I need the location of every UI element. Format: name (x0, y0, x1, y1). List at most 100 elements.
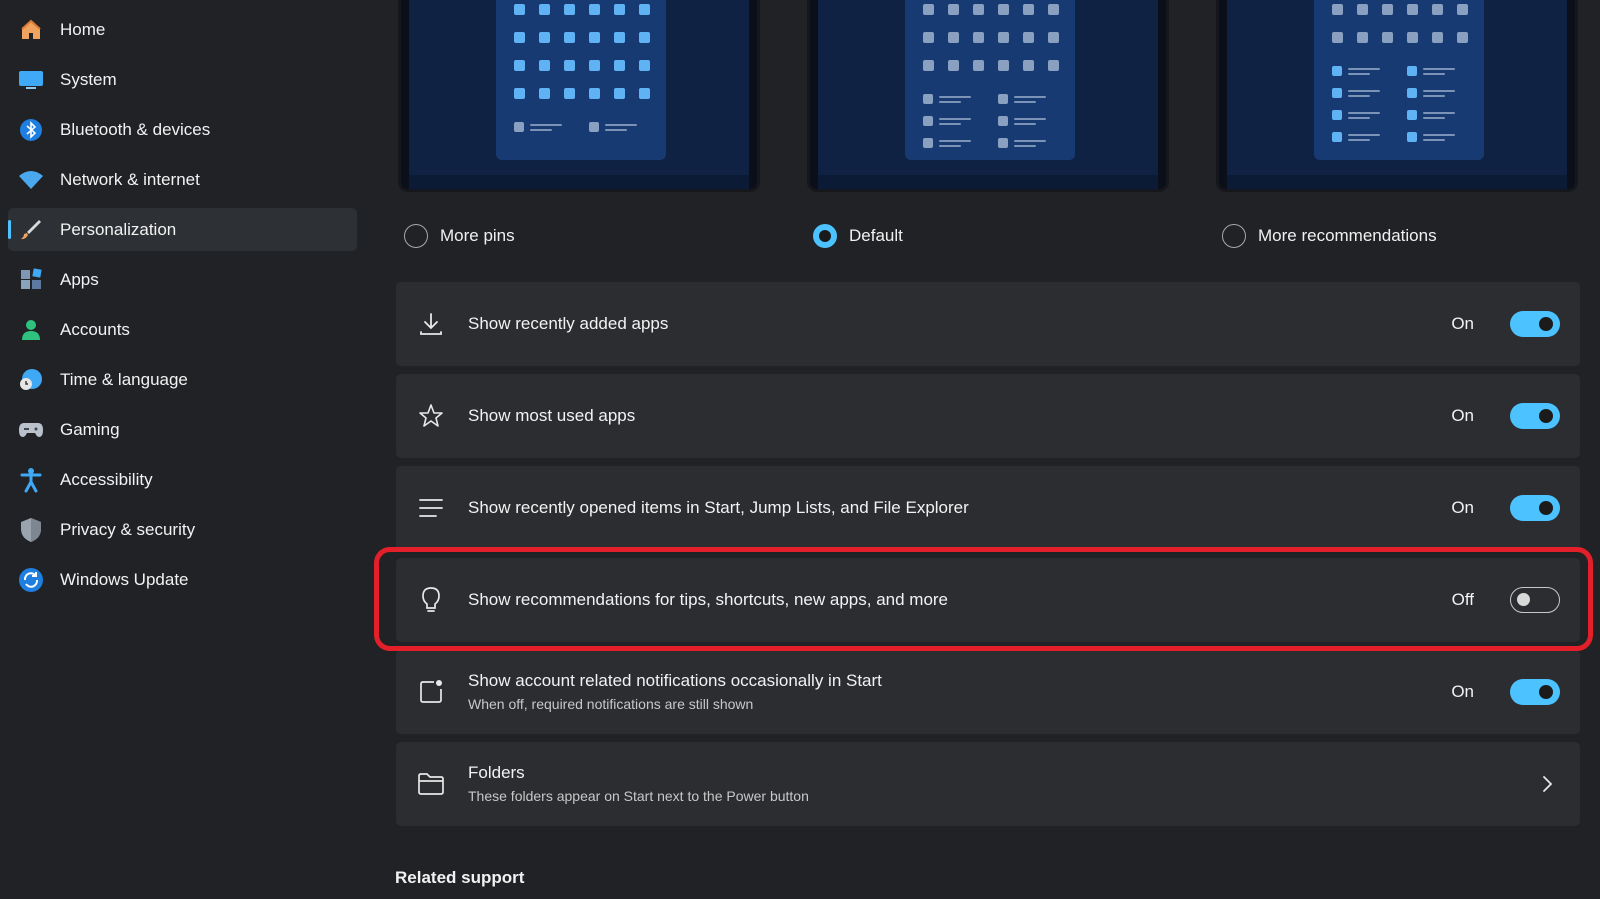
setting-subtitle: When off, required notifications are sti… (468, 696, 754, 712)
setting-row-recently-added-apps[interactable]: Show recently added apps On (396, 282, 1580, 366)
layout-preview-default[interactable] (807, 0, 1169, 192)
sidebar-item-label: System (60, 69, 117, 89)
preview-tile (998, 116, 1008, 126)
preview-tile (1407, 132, 1417, 142)
preview-tile (1432, 32, 1443, 43)
accessibility-icon (18, 467, 44, 493)
preview-tile (939, 145, 961, 147)
preview-tile (1423, 139, 1445, 141)
layout-preview-more-pins[interactable] (398, 0, 760, 192)
preview-tile (1332, 88, 1342, 98)
sidebar-item-label: Home (60, 19, 106, 39)
sidebar-item-gaming[interactable]: Gaming (8, 408, 357, 451)
list-icon (416, 493, 446, 523)
preview-tile (1014, 96, 1046, 98)
preview-tile (639, 32, 650, 43)
preview-tile (923, 4, 934, 15)
radio-more-pins[interactable]: More pins (404, 222, 515, 250)
preview-tile (564, 32, 575, 43)
toggle-switch[interactable] (1510, 587, 1560, 613)
radio-circle-checked[interactable] (813, 224, 837, 248)
sidebar-item-windows-update[interactable]: Windows Update (8, 558, 357, 601)
preview-tile (1348, 117, 1370, 119)
preview-tile (998, 4, 1009, 15)
sidebar-item-system[interactable]: System (8, 58, 357, 101)
preview-tile (614, 32, 625, 43)
sidebar-item-personalization[interactable]: Personalization (8, 208, 357, 251)
sidebar-item-network[interactable]: Network & internet (8, 158, 357, 201)
preview-tile (1382, 32, 1393, 43)
preview-tile (639, 88, 650, 99)
toggle-state-label: On (1451, 682, 1474, 701)
sidebar-item-label: Accessibility (60, 469, 153, 489)
active-indicator (8, 220, 11, 239)
preview-tile (998, 32, 1009, 43)
setting-row-account-notifications[interactable]: Show account related notifications occas… (396, 650, 1580, 734)
setting-title: Show recently opened items in Start, Jum… (468, 498, 969, 517)
radio-circle[interactable] (404, 224, 428, 248)
radio-label: More pins (440, 226, 515, 245)
radio-circle[interactable] (1222, 224, 1246, 248)
preview-tile (939, 96, 971, 98)
sidebar-item-accessibility[interactable]: Accessibility (8, 458, 357, 501)
setting-row-most-used-apps[interactable]: Show most used apps On (396, 374, 1580, 458)
sidebar-item-bluetooth[interactable]: Bluetooth & devices (8, 108, 357, 151)
layout-preview-more-recommendations[interactable] (1216, 0, 1578, 192)
preview-tile (1423, 90, 1455, 92)
preview-tile (939, 123, 961, 125)
radio-default[interactable]: Default (813, 222, 903, 250)
preview-tile (589, 122, 599, 132)
preview-tile (1457, 4, 1468, 15)
toggle-switch[interactable] (1510, 403, 1560, 429)
sidebar-item-label: Apps (60, 269, 99, 289)
radio-label: More recommendations (1258, 226, 1437, 245)
preview-tile (605, 124, 637, 126)
setting-title: Folders (468, 763, 525, 782)
brush-icon (18, 217, 44, 243)
gamepad-icon (18, 417, 44, 443)
setting-title: Show most used apps (468, 406, 636, 425)
preview-tile (1348, 139, 1370, 141)
preview-tile (1023, 32, 1034, 43)
toggle-switch[interactable] (1510, 495, 1560, 521)
preview-tile (948, 4, 959, 15)
preview-tile (564, 88, 575, 99)
preview-tile (1348, 90, 1380, 92)
toggle-state-label: On (1451, 498, 1474, 517)
preview-tile (1357, 4, 1368, 15)
sidebar-item-time-language[interactable]: Time & language (8, 358, 357, 401)
preview-tile (1457, 32, 1468, 43)
radio-more-recommendations[interactable]: More recommendations (1222, 222, 1437, 250)
preview-tile (1332, 4, 1343, 15)
download-icon (416, 309, 446, 339)
preview-tile (1023, 4, 1034, 15)
folder-icon (416, 769, 446, 799)
setting-row-recommendations[interactable]: Show recommendations for tips, shortcuts… (396, 558, 1580, 642)
setting-row-folders[interactable]: Folders These folders appear on Start ne… (396, 742, 1580, 826)
preview-tile (1048, 60, 1059, 71)
sidebar-item-privacy[interactable]: Privacy & security (8, 508, 357, 551)
preview-tile (1407, 32, 1418, 43)
sidebar-item-apps[interactable]: Apps (8, 258, 357, 301)
home-icon (18, 17, 44, 43)
setting-row-recently-opened-items[interactable]: Show recently opened items in Start, Jum… (396, 466, 1580, 550)
preview-tile (923, 60, 934, 71)
sidebar-item-label: Accounts (60, 319, 130, 339)
chevron-right-icon[interactable] (1538, 772, 1556, 796)
sidebar-item-label: Network & internet (60, 169, 200, 189)
toggle-state-label: Off (1451, 590, 1474, 609)
preview-tile (973, 60, 984, 71)
preview-tile (998, 94, 1008, 104)
toggle-switch[interactable] (1510, 311, 1560, 337)
preview-tile (948, 32, 959, 43)
sidebar-item-accounts[interactable]: Accounts (8, 308, 357, 351)
sidebar-item-label: Bluetooth & devices (60, 119, 211, 139)
preview-tile (530, 129, 552, 131)
preview-tile (998, 60, 1009, 71)
preview-tile (639, 4, 650, 15)
preview-tile (1357, 32, 1368, 43)
sidebar-item-home[interactable]: Home (8, 8, 357, 51)
bluetooth-icon (18, 117, 44, 143)
sidebar: Home System Bluetooth & devices Network … (0, 0, 365, 899)
toggle-switch[interactable] (1510, 679, 1560, 705)
